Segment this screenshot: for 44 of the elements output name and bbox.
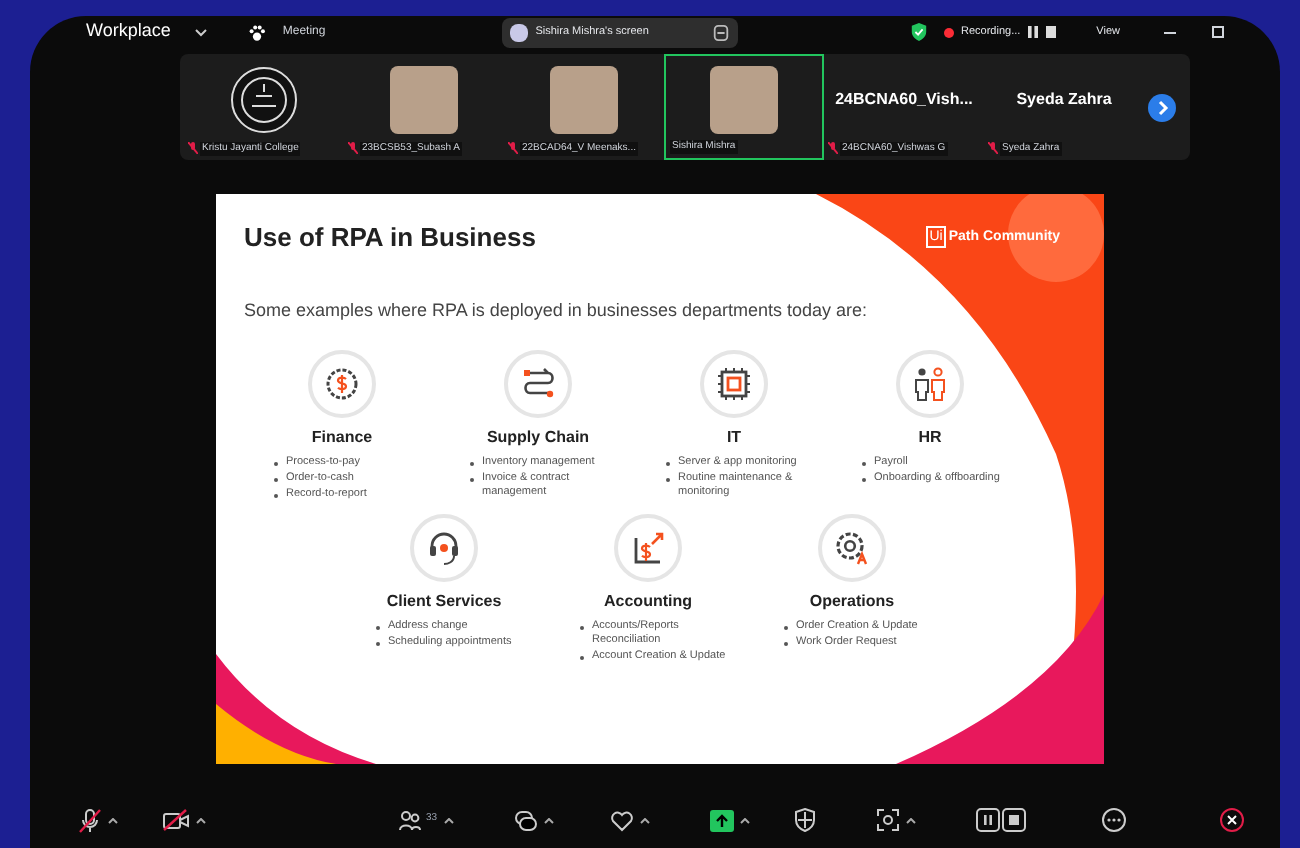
chevron-icon[interactable] xyxy=(194,27,209,37)
next-page-icon[interactable] xyxy=(1148,93,1176,121)
participants-icon[interactable] xyxy=(398,809,422,831)
options-icon[interactable] xyxy=(711,23,730,41)
slide-subtitle: Some examples where RPA is deployed in businesses departments today are: xyxy=(244,297,870,324)
pause-stop-recording-icon[interactable] xyxy=(975,808,1026,832)
photo-placeholder xyxy=(390,65,458,133)
presenter-icon xyxy=(509,23,528,41)
muted-mic-icon[interactable] xyxy=(78,807,102,833)
department-title: Operations xyxy=(809,590,895,614)
department-title: Client Services xyxy=(386,590,502,614)
photo-placeholder xyxy=(550,65,618,133)
chat-icon[interactable] xyxy=(513,809,538,831)
college-logo-icon xyxy=(230,65,298,133)
caret-icon[interactable] xyxy=(905,817,916,823)
app-name: Workplace xyxy=(86,18,171,45)
paw-icon xyxy=(248,23,267,41)
more-icon[interactable] xyxy=(1101,808,1126,832)
minimize-icon[interactable] xyxy=(1164,31,1176,33)
shield-icon[interactable] xyxy=(793,808,816,832)
department-title: Accounting xyxy=(604,590,692,614)
department-title: Finance xyxy=(311,426,373,450)
caret-icon[interactable] xyxy=(108,817,118,823)
department-title: Supply Chain xyxy=(486,426,590,450)
share-screen-icon[interactable] xyxy=(709,809,734,831)
photo-placeholder xyxy=(710,65,778,133)
pause-icon[interactable] xyxy=(1028,26,1039,38)
department-title: IT xyxy=(726,426,742,450)
caret-icon[interactable] xyxy=(639,817,650,823)
caret-icon[interactable] xyxy=(443,817,454,823)
caret-icon[interactable] xyxy=(739,817,750,823)
caret-icon[interactable] xyxy=(196,817,206,823)
slide-title: Use of RPA in Business xyxy=(244,220,536,256)
apps-icon[interactable] xyxy=(875,808,900,832)
caret-icon[interactable] xyxy=(543,817,554,823)
heart-icon[interactable] xyxy=(609,809,634,831)
video-off-icon[interactable] xyxy=(162,808,190,832)
shield-check-icon xyxy=(909,22,928,42)
stop-icon[interactable] xyxy=(1046,26,1057,38)
close-icon[interactable] xyxy=(1220,808,1244,832)
participant-display-name: Syeda Zahra xyxy=(1016,87,1112,111)
maximize-icon[interactable] xyxy=(1212,26,1224,38)
department-title: HR xyxy=(918,426,942,450)
participant-display-name: 24BCNA60_Vish... xyxy=(835,87,973,111)
